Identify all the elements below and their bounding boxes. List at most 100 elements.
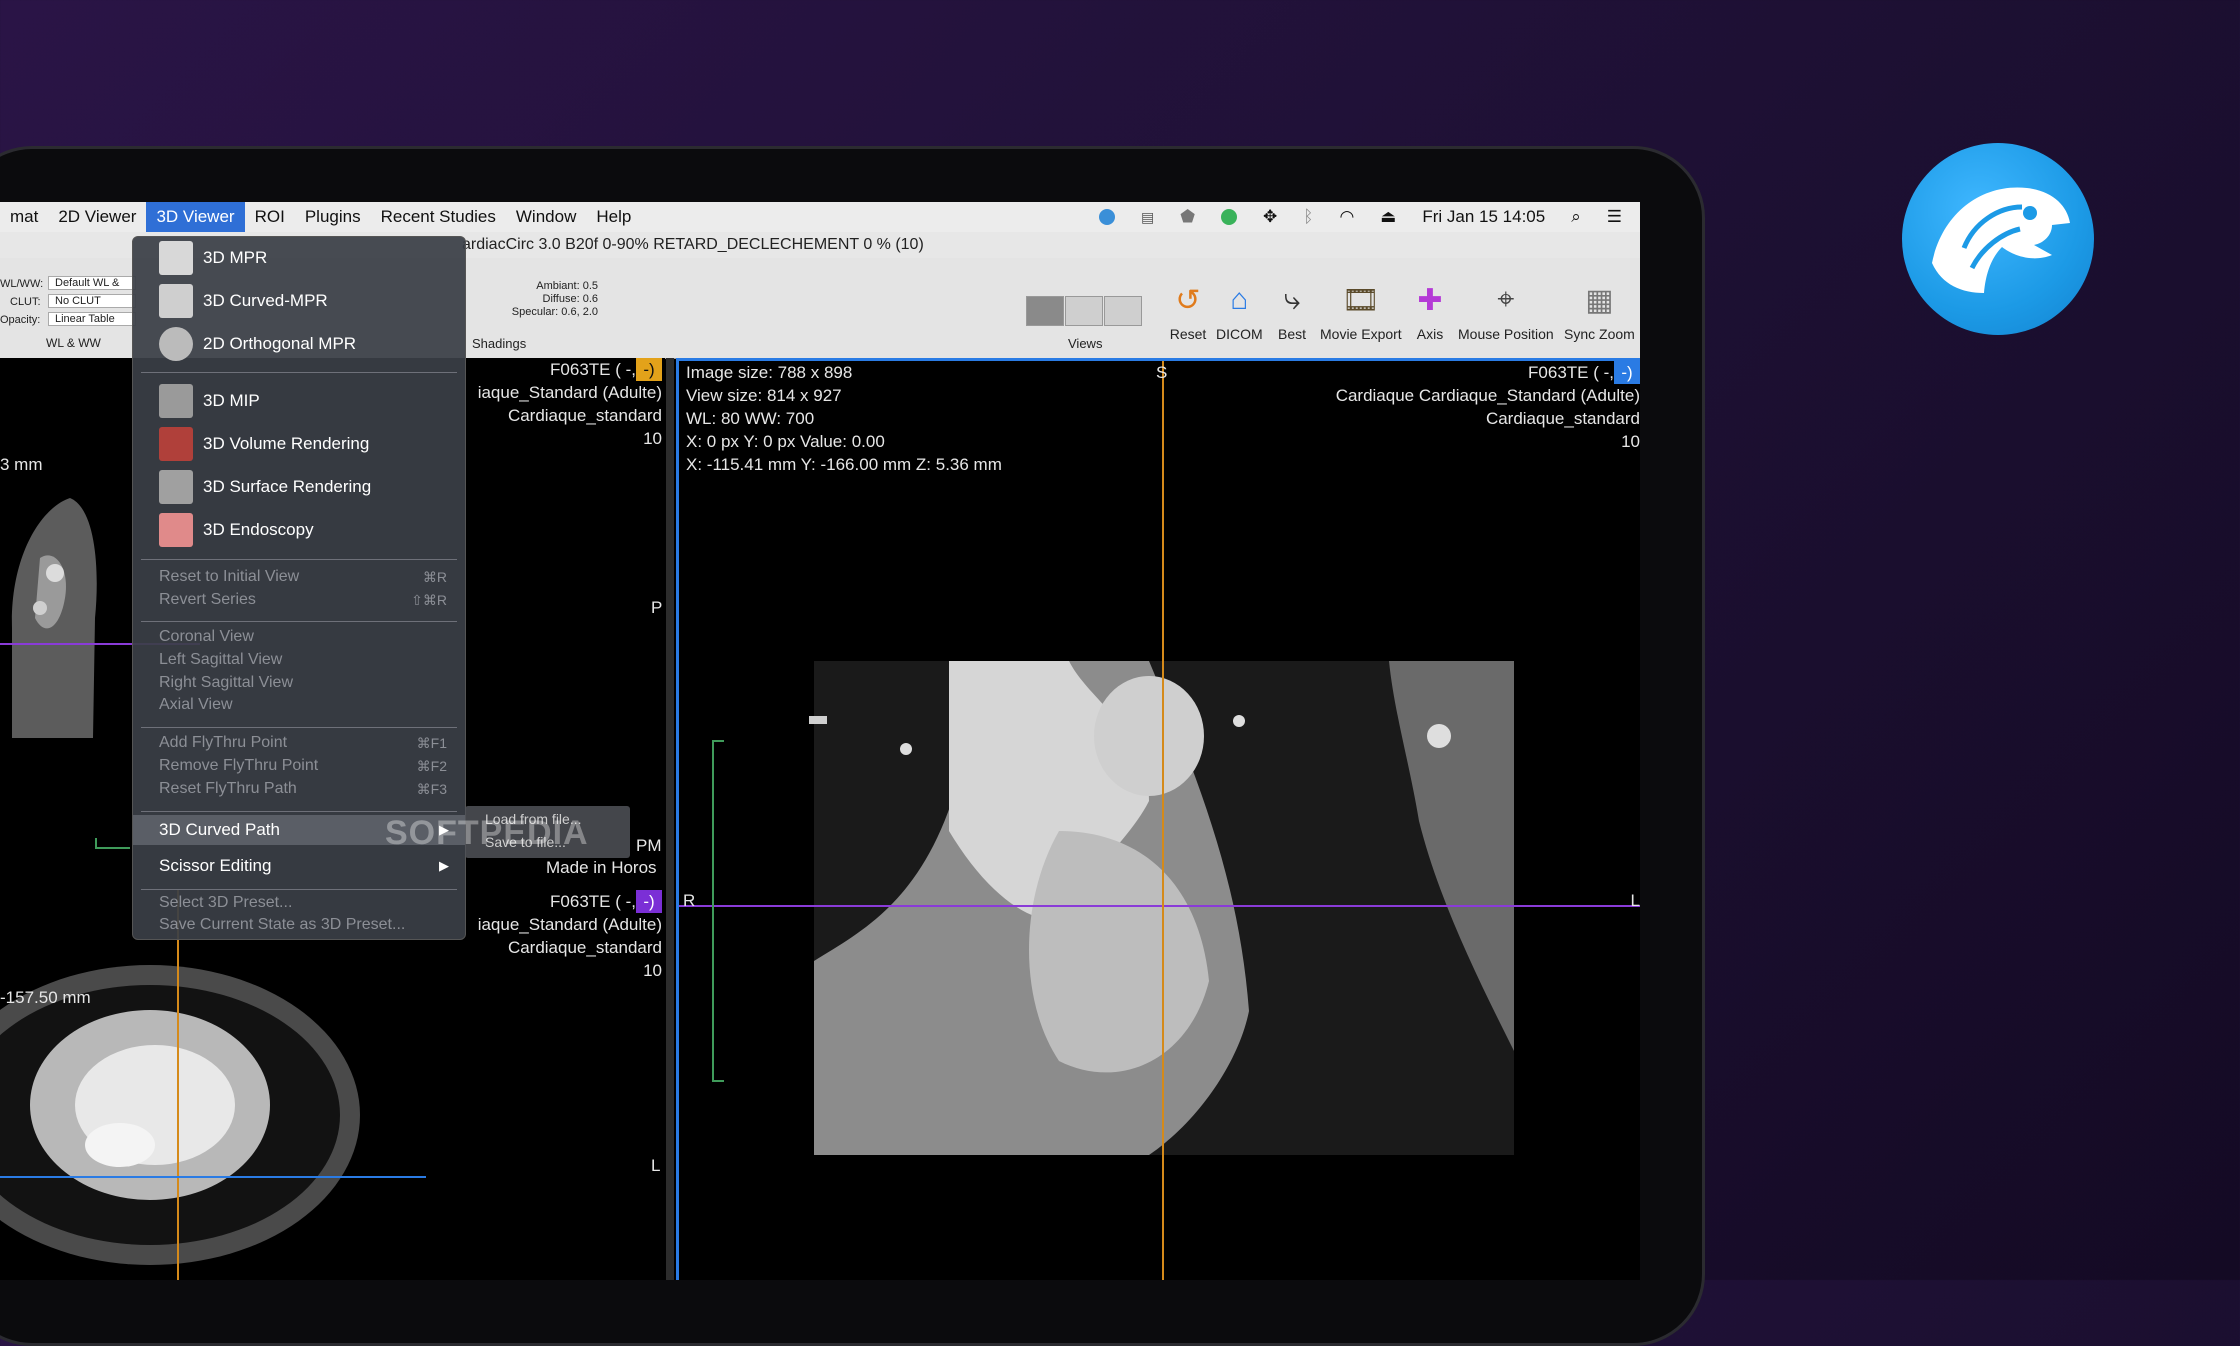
menu-separator [141, 811, 457, 812]
superior-marker: S [1156, 363, 1168, 382]
right-marker: R [683, 891, 696, 910]
menu-item-add-flythru-point[interactable]: Add FlyThru Point ⌘F1 [133, 731, 465, 755]
menu-item-scissor-editing[interactable]: Scissor Editing ▶ [133, 851, 465, 881]
menu-item-coronal-view[interactable]: Coronal View [133, 625, 465, 649]
sagittal-image [679, 361, 1640, 1280]
sync-zoom-icon: ▦ [1585, 283, 1614, 317]
clock[interactable]: Fri Jan 15 14:05 [1422, 207, 1545, 227]
menu-separator [141, 372, 457, 373]
grid-icon[interactable]: ▤ [1141, 209, 1154, 226]
menu-item-reset-flythru-path[interactable]: Reset FlyThru Path ⌘F3 [133, 777, 465, 801]
film-icon: 🎞 [1341, 283, 1380, 317]
status-area: ▤ ⬟ ✥ ᛒ ◠ ⏏ Fri Jan 15 14:05 ⌕ ☰ [1098, 202, 1622, 232]
menu-item-3d-endoscopy[interactable]: 3D Endoscopy [133, 513, 465, 547]
axis-icon: ✚ [1417, 283, 1443, 317]
image-info: Image size: 788 x 898 View size: 814 x 9… [686, 363, 1002, 474]
menu-separator [141, 727, 457, 728]
opacity-select[interactable]: Linear Table [48, 312, 136, 326]
opacity-label: Opacity: [0, 314, 41, 326]
left-marker: L [1630, 891, 1640, 910]
menu-recent-studies[interactable]: Recent Studies [371, 202, 506, 232]
shield-icon[interactable]: ⬟ [1180, 207, 1195, 227]
menu-item-3d-curved-mpr[interactable]: 3D Curved-MPR [133, 284, 465, 318]
left-marker-small: L [651, 1156, 661, 1175]
best-icon: ⤷ [1283, 283, 1301, 316]
mpr-icon [159, 241, 193, 275]
menu-window[interactable]: Window [506, 202, 586, 232]
bluetooth-icon[interactable]: ᛒ [1303, 207, 1313, 227]
shadings-label: Shadings [472, 336, 527, 351]
mouse-position-icon: ⌖ [1497, 283, 1515, 316]
clut-label: CLUT: [10, 296, 41, 308]
viewport-main[interactable]: Image size: 788 x 898 View size: 814 x 9… [676, 358, 1640, 1280]
view-layout-2-button[interactable] [1065, 296, 1103, 326]
menu-item-2d-orthogonal-mpr[interactable]: 2D Orthogonal MPR [133, 327, 465, 361]
wifi-icon[interactable]: ◠ [1339, 207, 1354, 227]
best-tool[interactable]: ⤷ Best [1272, 280, 1312, 342]
search-icon[interactable]: ⌕ [1571, 207, 1581, 227]
posterior-marker: P [651, 598, 663, 617]
menu-item-reset-initial-view[interactable]: Reset to Initial View ⌘R [133, 565, 465, 589]
slice-position: -157.50 mm [0, 988, 91, 1007]
views-label: Views [1068, 336, 1103, 351]
menu-separator [141, 889, 457, 890]
pm-marker: PM [636, 836, 662, 855]
menu-item-3d-mip[interactable]: 3D MIP [133, 384, 465, 418]
menu-item-save-3d-preset[interactable]: Save Current State as 3D Preset... [133, 913, 465, 937]
menu-item-3d-volume-rendering[interactable]: 3D Volume Rendering [133, 427, 465, 461]
menu-item-right-sagittal-view[interactable]: Right Sagittal View [133, 671, 465, 695]
submenu-arrow-icon: ▶ [439, 858, 449, 873]
wlww-label: WL/WW: [0, 278, 44, 290]
menu-plugins[interactable]: Plugins [295, 202, 371, 232]
menu-roi[interactable]: ROI [245, 202, 295, 232]
volume-rendering-icon [159, 427, 193, 461]
menu-item-revert-series[interactable]: Revert Series ⇧⌘R [133, 588, 465, 612]
wlww-select[interactable]: Default WL & [48, 276, 136, 290]
menu-separator [141, 559, 457, 560]
eject-icon[interactable]: ⏏ [1380, 207, 1396, 227]
patient-id: F063TE ( -, -) iaque_Standard (Adulte) Ca… [477, 358, 662, 448]
menu-item-remove-flythru-point[interactable]: Remove FlyThru Point ⌘F2 [133, 754, 465, 778]
menu-item-axial-view[interactable]: Axial View [133, 693, 465, 717]
menu-3d-viewer[interactable]: 3D Viewer [146, 202, 245, 232]
slice-thickness: 3 mm [0, 455, 43, 474]
endoscopy-icon [159, 513, 193, 547]
surface-rendering-icon [159, 470, 193, 504]
series-info: F063TE ( -, -) Cardiaque Cardiaque_Standa… [1335, 361, 1640, 451]
message-icon[interactable] [1221, 209, 1237, 225]
axis-tool[interactable]: ✚ Axis [1410, 280, 1450, 343]
screen: mat 2D Viewer 3D Viewer ROI Plugins Rece… [0, 202, 1640, 1280]
view-layout-3-button[interactable] [1104, 296, 1142, 326]
menu-item-3d-mpr[interactable]: 3D MPR [133, 241, 465, 275]
menu-help[interactable]: Help [586, 202, 641, 232]
menu-separator [141, 621, 457, 622]
view-layout-1-button[interactable] [1026, 296, 1064, 326]
viewport-bottom-left[interactable]: -157.50 mm F063TE ( -, -) iaque_Standard … [0, 890, 665, 1280]
menu-item-3d-surface-rendering[interactable]: 3D Surface Rendering [133, 470, 465, 504]
dicom-tool[interactable]: ⌂ DICOM [1216, 280, 1263, 342]
clut-select[interactable]: No CLUT [48, 294, 136, 308]
watermark: SOFTPEDIA [385, 814, 589, 852]
list-icon[interactable]: ☰ [1607, 207, 1622, 227]
crosshair-icon[interactable]: ✥ [1263, 207, 1277, 227]
falcon-icon [1902, 143, 2094, 335]
curved-mpr-icon [159, 284, 193, 318]
menu-2d-viewer[interactable]: 2D Viewer [48, 202, 146, 232]
reset-tool[interactable]: ↺ Reset [1168, 280, 1208, 343]
patient-id-bottom: F063TE ( -, -) iaque_Standard (Adulte) Ca… [477, 890, 662, 980]
sync-zoom-tool[interactable]: ▦ Sync Zoom [1564, 280, 1635, 343]
mouse-position-tool[interactable]: ⌖ Mouse Position [1458, 280, 1554, 342]
viewport-divider[interactable] [666, 358, 674, 1280]
wl-group-label: WL & WW [46, 336, 101, 350]
reset-icon: ↺ [1175, 283, 1201, 317]
sync-icon[interactable] [1098, 209, 1115, 225]
specular-value: Specular: 0.6, 2.0 [511, 306, 598, 318]
made-in-horos: Made in Horos [546, 858, 657, 877]
movie-export-tool[interactable]: 🎞 Movie Export [1320, 280, 1402, 343]
menu-format[interactable]: mat [0, 202, 48, 232]
dicom-icon: ⌂ [1230, 283, 1249, 316]
mip-icon [159, 384, 193, 418]
menu-item-left-sagittal-view[interactable]: Left Sagittal View [133, 648, 465, 672]
window-title: ardiacCirc 3.0 B20f 0-90% RETARD_DECLECH… [462, 236, 924, 253]
menu-item-select-3d-preset[interactable]: Select 3D Preset... [133, 891, 465, 915]
